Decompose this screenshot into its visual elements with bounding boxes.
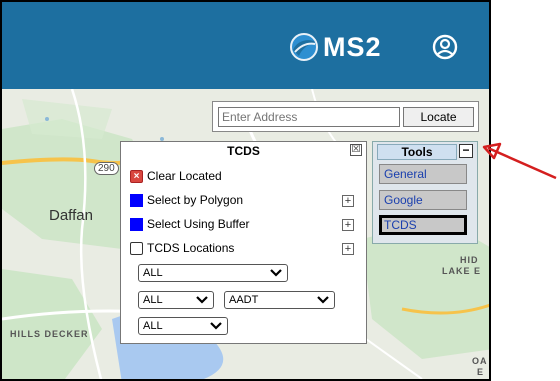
tool-general-button[interactable]: General bbox=[379, 164, 467, 184]
place-label-hid: HID bbox=[460, 255, 479, 265]
type-select-value: ALL bbox=[143, 294, 163, 306]
chevron-down-icon bbox=[270, 269, 282, 277]
expand-locations-plus-icon[interactable]: + bbox=[342, 243, 354, 255]
type-select[interactable]: ALL bbox=[138, 291, 214, 309]
clear-located-label: Clear Located bbox=[147, 169, 222, 183]
tcds-locations-checkbox[interactable] bbox=[130, 241, 143, 255]
polygon-select-icon bbox=[130, 193, 143, 207]
ms2-logo-icon bbox=[290, 33, 318, 61]
chevron-down-icon bbox=[196, 296, 208, 304]
clear-located-item[interactable]: × Clear Located bbox=[130, 167, 222, 185]
tools-title: Tools bbox=[377, 144, 457, 160]
measure-select[interactable]: AADT bbox=[224, 291, 335, 309]
locate-button[interactable]: Locate bbox=[403, 107, 474, 127]
tools-panel: Tools − General Google TCDS bbox=[372, 141, 478, 244]
year-select[interactable]: ALL bbox=[138, 317, 228, 335]
chevron-down-icon bbox=[210, 322, 222, 330]
brand-name: MS2 bbox=[323, 31, 382, 62]
select-using-buffer-item[interactable]: Select Using Buffer bbox=[130, 215, 250, 233]
app-frame: MS2 290 Daffan HILLS DECKER HID LAKE E O… bbox=[0, 0, 491, 381]
measure-select-value: AADT bbox=[229, 294, 259, 306]
minimize-icon[interactable]: − bbox=[459, 144, 473, 158]
place-label-lake: LAKE E bbox=[442, 266, 482, 276]
route-shield-label: 290 bbox=[94, 162, 119, 175]
select-by-polygon-label: Select by Polygon bbox=[147, 193, 244, 207]
select-by-polygon-item[interactable]: Select by Polygon bbox=[130, 191, 243, 209]
address-search-panel: Locate bbox=[212, 101, 479, 132]
chevron-down-icon bbox=[317, 296, 329, 304]
tcds-locations-item[interactable]: TCDS Locations bbox=[130, 239, 234, 257]
close-icon[interactable]: ☒ bbox=[350, 144, 362, 156]
expand-buffer-plus-icon[interactable]: + bbox=[342, 219, 354, 231]
tcds-locations-label: TCDS Locations bbox=[147, 241, 235, 255]
tcds-panel: TCDS ☒ × Clear Located Select by Polygon… bbox=[120, 141, 367, 344]
buffer-select-icon bbox=[130, 217, 143, 231]
place-label-daffan: Daffan bbox=[49, 207, 93, 224]
tool-google-button[interactable]: Google bbox=[379, 190, 467, 210]
address-input[interactable] bbox=[218, 107, 400, 127]
place-label-oa: OA bbox=[472, 356, 488, 366]
place-label-hills-decker: HILLS DECKER bbox=[10, 329, 89, 339]
place-label-e: E bbox=[477, 367, 485, 377]
expand-polygon-plus-icon[interactable]: + bbox=[342, 195, 354, 207]
region-select-value: ALL bbox=[143, 267, 163, 279]
year-select-value: ALL bbox=[143, 320, 163, 332]
annotation-arrow-icon bbox=[482, 142, 557, 180]
tcds-panel-title: TCDS bbox=[227, 144, 260, 158]
region-select[interactable]: ALL bbox=[138, 264, 288, 282]
select-using-buffer-label: Select Using Buffer bbox=[147, 217, 250, 231]
ms2-logo: MS2 bbox=[289, 30, 382, 64]
app-header: MS2 bbox=[2, 2, 489, 89]
clear-x-icon: × bbox=[130, 169, 143, 183]
tool-tcds-button[interactable]: TCDS bbox=[379, 215, 467, 235]
user-circle-icon[interactable] bbox=[432, 34, 458, 60]
